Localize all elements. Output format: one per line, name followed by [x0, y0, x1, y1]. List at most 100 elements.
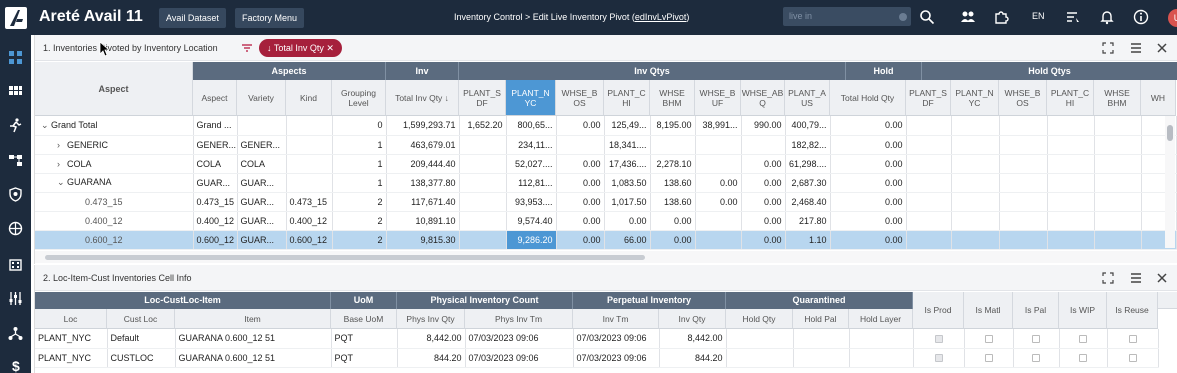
- grid-cell[interactable]: 182,82...: [785, 135, 831, 155]
- grid-cell[interactable]: 0.00: [556, 211, 605, 231]
- grid-cell[interactable]: 0.00: [830, 173, 907, 193]
- tree-node-cell[interactable]: 0.600_12: [35, 230, 194, 250]
- grid-cell[interactable]: GUAR...: [237, 211, 287, 231]
- grid-cell[interactable]: 209,444.40: [386, 154, 460, 174]
- grid-cell[interactable]: [741, 135, 786, 155]
- grid-cell[interactable]: [695, 154, 742, 174]
- grid-cell[interactable]: 8,195.00: [650, 116, 696, 136]
- grid-cell[interactable]: 93,953....: [506, 192, 557, 212]
- grid-cell[interactable]: CUSTLOC: [107, 348, 176, 368]
- grid-cell[interactable]: 2: [332, 211, 387, 231]
- grid-cell[interactable]: [951, 211, 1000, 231]
- grid-cell[interactable]: 17,436....: [604, 154, 651, 174]
- expand-chevron-icon[interactable]: ›: [57, 159, 67, 169]
- grid-cell[interactable]: GUAR...: [193, 173, 238, 193]
- column-header[interactable]: Aspect: [193, 80, 237, 116]
- expand-chevron-icon[interactable]: ›: [57, 140, 67, 150]
- column-header[interactable]: PLANT_C HI: [604, 80, 650, 116]
- grid-cell[interactable]: 0.00: [830, 211, 907, 231]
- grid-cell[interactable]: 1: [332, 173, 387, 193]
- grid-cell[interactable]: [1047, 135, 1095, 155]
- tree-node-cell[interactable]: › GENERIC: [35, 135, 194, 155]
- table-row[interactable]: 0.473_15 0.473_15 GUAR... 0.473_15 2 117,671.…: [35, 192, 1177, 212]
- grid-cell[interactable]: GUAR...: [237, 230, 287, 250]
- column-header[interactable]: Is WIP: [1059, 292, 1107, 329]
- tree-node-cell[interactable]: › COLA: [35, 154, 194, 174]
- close-icon[interactable]: [1155, 41, 1169, 55]
- search-icon[interactable]: [919, 9, 935, 25]
- grid-cell[interactable]: 07/03/2023 09:06: [573, 329, 660, 349]
- grid-cell[interactable]: [906, 135, 952, 155]
- collapse-chevron-icon[interactable]: ⌄: [57, 177, 67, 188]
- close-icon[interactable]: [1155, 271, 1169, 285]
- column-header[interactable]: WHSE_B UF: [695, 80, 741, 116]
- column-header[interactable]: Inv Tm: [573, 309, 659, 329]
- unchecked-checkbox[interactable]: [1032, 354, 1040, 363]
- sort-chip[interactable]: ↓ Total Inv Qty ✕: [259, 39, 342, 57]
- column-header[interactable]: WH: [1141, 80, 1176, 116]
- column-header[interactable]: PLANT_N YC: [951, 80, 999, 116]
- grid-cell[interactable]: 0.00: [556, 154, 605, 174]
- grid-cell[interactable]: 0.00: [556, 192, 605, 212]
- grid-cell[interactable]: 38,991...: [695, 116, 742, 136]
- column-header[interactable]: Is Reuse: [1107, 292, 1158, 329]
- grid-cell[interactable]: 61,298....: [785, 154, 831, 174]
- grid-cell[interactable]: PQT: [331, 329, 398, 349]
- grid-cell[interactable]: [999, 154, 1048, 174]
- avatar[interactable]: U: [1168, 9, 1177, 27]
- tree-node-cell[interactable]: ⌄ GUARANA: [35, 173, 194, 193]
- table-row[interactable]: PLANT_NYC Default GUARANA 0.600_12 51 PQT 8,…: [35, 329, 1159, 349]
- grid-cell[interactable]: 0.00: [830, 116, 907, 136]
- run-icon[interactable]: [8, 118, 23, 133]
- column-header[interactable]: PLANT_N YC: [506, 80, 556, 116]
- equalizer-icon[interactable]: [8, 291, 23, 306]
- column-header[interactable]: Is Pal: [1013, 292, 1059, 329]
- grid-cell[interactable]: 0.00: [830, 230, 907, 250]
- column-header[interactable]: Loc: [35, 309, 107, 329]
- grid-cell[interactable]: [906, 211, 952, 231]
- grid-cell[interactable]: [286, 154, 333, 174]
- grid-cell[interactable]: 844.20: [659, 348, 727, 368]
- column-header[interactable]: Inv Qty: [659, 309, 726, 329]
- grid-cell[interactable]: 8,442.00: [659, 329, 727, 349]
- grid-cell[interactable]: 0.473_15: [193, 192, 238, 212]
- grid-cell[interactable]: GENER...: [193, 135, 238, 155]
- grid-cell[interactable]: PQT: [331, 348, 398, 368]
- network-icon[interactable]: [8, 326, 23, 341]
- grid-cell[interactable]: [1094, 211, 1142, 231]
- grid-cell[interactable]: [695, 211, 742, 231]
- grid-cell[interactable]: [286, 135, 333, 155]
- grid-cell[interactable]: 9,286.20: [506, 230, 557, 250]
- grid-cell[interactable]: [999, 230, 1048, 250]
- grid-cell[interactable]: 2: [332, 192, 387, 212]
- grid-cell[interactable]: 1,599,293.71: [386, 116, 460, 136]
- column-header[interactable]: PLANT_S DF: [459, 80, 506, 116]
- column-header[interactable]: Phys Inv Qty: [397, 309, 465, 329]
- grid-cell[interactable]: [1047, 192, 1095, 212]
- grid-cell[interactable]: 0.600_12: [193, 230, 238, 250]
- grid-cell[interactable]: 0.00: [741, 230, 786, 250]
- grid-cell[interactable]: [1047, 230, 1095, 250]
- grid-cell[interactable]: [999, 192, 1048, 212]
- grid-cell[interactable]: 0.600_12: [286, 230, 333, 250]
- grid-cell[interactable]: 138.60: [650, 192, 696, 212]
- menu-icon[interactable]: [1129, 271, 1143, 285]
- dashboard-icon[interactable]: [8, 50, 23, 65]
- column-header[interactable]: Is Matl: [964, 292, 1013, 329]
- grid-cell[interactable]: [1094, 230, 1142, 250]
- table-row[interactable]: PLANT_NYC CUSTLOC GUARANA 0.600_12 51 PQT 84…: [35, 348, 1159, 368]
- grid-cell[interactable]: 125,49...: [604, 116, 651, 136]
- grid-cell[interactable]: 0.00: [741, 192, 786, 212]
- info-icon[interactable]: [1133, 9, 1149, 25]
- grid-cell[interactable]: 0.00: [695, 192, 742, 212]
- column-header[interactable]: PLANT_A US: [785, 80, 830, 116]
- grid-cell[interactable]: 0.400_12: [286, 211, 333, 231]
- grid-cell[interactable]: 0.00: [556, 230, 605, 250]
- grid-cell[interactable]: 1,017.50: [604, 192, 651, 212]
- column-header[interactable]: Cust Loc: [107, 309, 175, 329]
- unchecked-checkbox[interactable]: [984, 334, 993, 343]
- grid-cell[interactable]: [951, 192, 1000, 212]
- shield-icon[interactable]: [8, 187, 23, 202]
- table-row[interactable]: › GENERIC GENER... GENER... 1 463,679.01 234,1…: [35, 135, 1177, 155]
- column-header[interactable]: Total Hold Qty: [830, 80, 906, 116]
